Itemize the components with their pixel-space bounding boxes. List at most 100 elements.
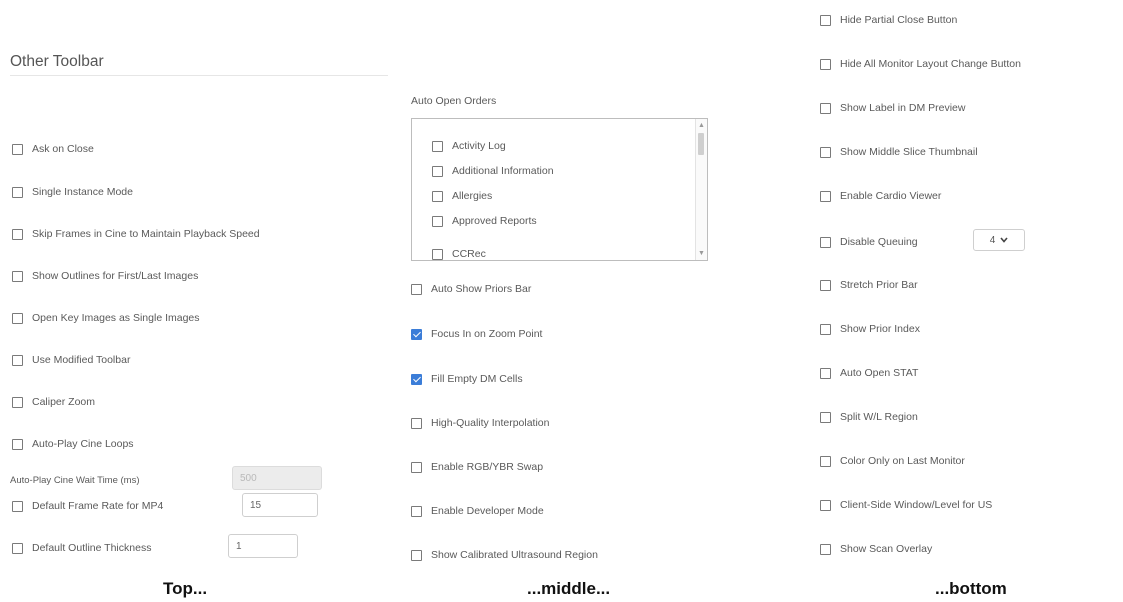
option-caliper-zoom[interactable]: Caliper Zoom <box>12 393 95 411</box>
cine-wait-time-input[interactable]: 500 <box>232 466 322 490</box>
option-single-instance-mode[interactable]: Single Instance Mode <box>12 183 133 201</box>
scroll-down-icon[interactable]: ▼ <box>698 250 705 257</box>
option-color-only-last-monitor[interactable]: Color Only on Last Monitor <box>820 452 965 470</box>
checkbox-icon[interactable] <box>12 143 23 155</box>
checkbox-icon[interactable] <box>432 165 443 177</box>
option-label: Enable Cardio Viewer <box>840 190 942 202</box>
option-enable-rgb-ybr-swap[interactable]: Enable RGB/YBR Swap <box>411 458 543 476</box>
checkbox-icon[interactable] <box>432 248 443 260</box>
checkbox-icon[interactable] <box>12 186 23 198</box>
checkbox-icon[interactable] <box>12 542 23 554</box>
checkbox-icon[interactable] <box>432 215 443 227</box>
list-item[interactable]: Activity Log <box>432 137 506 155</box>
caption-middle: ...middle... <box>527 579 611 598</box>
checkbox-icon[interactable] <box>820 499 831 511</box>
option-hide-monitor-layout[interactable]: Hide All Monitor Layout Change Button <box>820 55 1021 73</box>
option-label: Focus In on Zoom Point <box>431 328 543 340</box>
option-hide-partial-close[interactable]: Hide Partial Close Button <box>820 11 957 29</box>
checkbox-icon[interactable] <box>820 190 831 202</box>
option-show-middle-slice[interactable]: Show Middle Slice Thumbnail <box>820 143 978 161</box>
checkbox-icon[interactable] <box>12 354 23 366</box>
option-show-label-dm-preview[interactable]: Show Label in DM Preview <box>820 99 965 117</box>
option-stretch-prior-bar[interactable]: Stretch Prior Bar <box>820 276 918 294</box>
scroll-up-icon[interactable]: ▲ <box>698 122 705 129</box>
option-label: Hide Partial Close Button <box>840 14 958 26</box>
option-label: Fill Empty DM Cells <box>431 373 523 385</box>
checkbox-icon[interactable] <box>820 14 831 26</box>
list-item[interactable]: Additional Information <box>432 162 554 180</box>
checkbox-icon[interactable] <box>432 190 443 202</box>
scroll-thumb[interactable] <box>698 133 704 155</box>
checkbox-icon[interactable] <box>820 102 831 114</box>
checkbox-icon[interactable] <box>820 411 831 423</box>
checkbox-icon[interactable] <box>411 461 422 473</box>
list-item[interactable]: Approved Reports <box>432 212 537 230</box>
list-scrollbar[interactable]: ▲ ▼ <box>695 119 707 260</box>
option-auto-play-cine[interactable]: Auto-Play Cine Loops <box>12 435 134 453</box>
option-label: Client-Side Window/Level for US <box>840 499 993 511</box>
checkbox-icon[interactable] <box>820 146 831 158</box>
list-item[interactable]: Allergies <box>432 187 492 205</box>
checkbox-icon[interactable] <box>820 323 831 335</box>
option-fill-empty-dm-cells[interactable]: Fill Empty DM Cells <box>411 370 523 388</box>
option-client-side-wl[interactable]: Client-Side Window/Level for US <box>820 496 992 514</box>
option-label: Skip Frames in Cine to Maintain Playback… <box>32 228 260 240</box>
checkbox-icon[interactable] <box>411 549 422 561</box>
list-item[interactable]: CCRec <box>432 245 486 260</box>
option-label: Default Outline Thickness <box>32 542 152 554</box>
option-label: Enable Developer Mode <box>431 505 544 517</box>
option-enable-cardio-viewer[interactable]: Enable Cardio Viewer <box>820 187 941 205</box>
option-high-quality-interpolation[interactable]: High-Quality Interpolation <box>411 414 549 432</box>
option-show-calibrated-ultrasound[interactable]: Show Calibrated Ultrasound Region <box>411 546 598 564</box>
checkbox-icon[interactable] <box>12 438 23 450</box>
checkbox-icon[interactable] <box>411 417 422 429</box>
option-label: Show Prior Index <box>840 323 920 335</box>
option-label: Show Outlines for First/Last Images <box>32 270 199 282</box>
checkbox-icon[interactable] <box>820 279 831 291</box>
checkbox-icon[interactable] <box>820 236 831 248</box>
option-label: Auto Open STAT <box>840 367 919 379</box>
chevron-down-icon <box>1000 235 1008 246</box>
frame-rate-input[interactable]: 15 <box>242 493 318 517</box>
option-enable-developer-mode[interactable]: Enable Developer Mode <box>411 502 544 520</box>
option-show-scan-overlay[interactable]: Show Scan Overlay <box>820 540 932 558</box>
checkbox-icon[interactable] <box>12 500 23 512</box>
option-ask-on-close[interactable]: Ask on Close <box>12 140 94 158</box>
option-skip-frames[interactable]: Skip Frames in Cine to Maintain Playback… <box>12 225 260 243</box>
option-label: Use Modified Toolbar <box>32 354 131 366</box>
option-show-outlines[interactable]: Show Outlines for First/Last Images <box>12 267 198 285</box>
option-label: Stretch Prior Bar <box>840 279 918 291</box>
outline-thickness-input[interactable]: 1 <box>228 534 298 558</box>
checkbox-checked-icon[interactable] <box>411 373 422 385</box>
checkbox-icon[interactable] <box>12 270 23 282</box>
option-disable-queuing[interactable]: Disable Queuing <box>820 231 918 253</box>
checkbox-icon[interactable] <box>12 312 23 324</box>
option-default-frame-rate[interactable]: Default Frame Rate for MP4 <box>12 494 163 518</box>
option-label: Split W/L Region <box>840 411 918 423</box>
checkbox-checked-icon[interactable] <box>411 328 422 340</box>
option-use-modified-toolbar[interactable]: Use Modified Toolbar <box>12 351 130 369</box>
option-show-prior-index[interactable]: Show Prior Index <box>820 320 920 338</box>
option-label: Disable Queuing <box>840 236 918 248</box>
checkbox-icon[interactable] <box>820 58 831 70</box>
checkbox-icon[interactable] <box>432 140 443 152</box>
option-auto-open-stat[interactable]: Auto Open STAT <box>820 364 918 382</box>
checkbox-icon[interactable] <box>411 505 422 517</box>
checkbox-icon[interactable] <box>820 367 831 379</box>
option-default-outline-thickness[interactable]: Default Outline Thickness <box>12 536 151 560</box>
option-label: High-Quality Interpolation <box>431 417 550 429</box>
queuing-select[interactable]: 4 <box>973 229 1025 251</box>
option-focus-in-zoom-point[interactable]: Focus In on Zoom Point <box>411 325 542 343</box>
option-open-key-images[interactable]: Open Key Images as Single Images <box>12 309 200 327</box>
option-label: Ask on Close <box>32 143 94 155</box>
checkbox-icon[interactable] <box>12 228 23 240</box>
checkbox-icon[interactable] <box>12 396 23 408</box>
option-auto-show-priors-bar[interactable]: Auto Show Priors Bar <box>411 280 531 298</box>
checkbox-icon[interactable] <box>820 543 831 555</box>
option-split-wl-region[interactable]: Split W/L Region <box>820 408 918 426</box>
checkbox-icon[interactable] <box>411 283 422 295</box>
checkbox-icon[interactable] <box>820 455 831 467</box>
auto-open-orders-list[interactable]: Activity Log Additional Information Alle… <box>411 118 708 261</box>
caption-bottom: ...bottom <box>935 579 1007 598</box>
option-label: Show Calibrated Ultrasound Region <box>431 549 598 561</box>
